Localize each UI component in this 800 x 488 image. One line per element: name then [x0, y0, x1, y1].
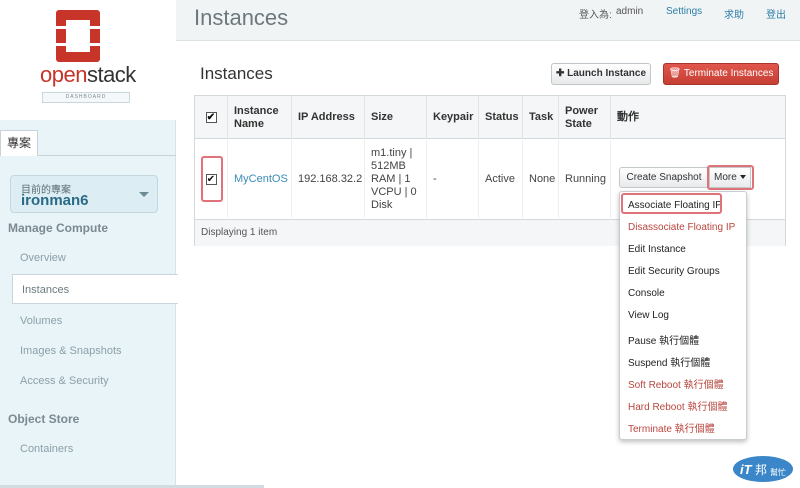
column-header[interactable]: Size [365, 96, 427, 139]
brand-sub: DASHBOARD [42, 92, 130, 103]
sidebar-item-overview[interactable]: Overview [20, 252, 66, 264]
username: admin [616, 6, 644, 17]
sidebar-item-access-security[interactable]: Access & Security [20, 375, 109, 387]
select-all-checkbox[interactable]: ✔ [205, 112, 217, 123]
sidebar: openstack DASHBOARD 專案 目前的專案 ironman6 Ma… [0, 0, 178, 488]
column-header[interactable]: IP Address [292, 96, 365, 139]
column-header[interactable]: Instance Name [228, 96, 292, 139]
terminate-instances-button[interactable]: 🗑 Terminate Instances [663, 63, 779, 85]
page-title: Instances [194, 5, 289, 30]
associate-highlight [621, 193, 722, 214]
menu-item-soft-reboot[interactable]: Soft Reboot 執行個體 [628, 376, 724, 391]
keypair-cell: - [427, 140, 479, 218]
project-name: ironman6 [21, 192, 89, 209]
content-title: Instances [200, 64, 273, 83]
menu-item-edit-security-groups[interactable]: Edit Security Groups [628, 266, 720, 277]
settings-link[interactable]: Settings [666, 6, 702, 17]
checkbox-highlight [201, 156, 223, 202]
sidebar-item-instances[interactable]: Instances [12, 274, 178, 304]
menu-item-disassociate-floating-ip[interactable]: Disassociate Floating IP [628, 222, 735, 233]
task-cell: None [523, 140, 559, 218]
size-cell: m1.tiny | 512MB RAM | 1 VCPU | 0 Disk [365, 140, 427, 218]
instance-name-link[interactable]: MyCentOS [228, 140, 292, 218]
openstack-logo-icon [56, 10, 100, 62]
column-header[interactable]: Task [523, 96, 559, 139]
top-header: Instances [176, 0, 800, 41]
menu-item-pause[interactable]: Pause 執行個體 [628, 332, 699, 347]
section-title-object-store: Object Store [8, 412, 80, 426]
tab-divider [38, 155, 176, 156]
more-actions-dropdown: Associate Floating IP Disassociate Float… [619, 191, 747, 440]
plus-icon: ✚ [555, 68, 568, 79]
section-title-manage-compute: Manage Compute [8, 221, 109, 235]
sidebar-item-label: Instances [22, 284, 70, 296]
svg-text:iT: iT [740, 462, 753, 477]
sidebar-item-containers[interactable]: Containers [20, 443, 73, 455]
column-header[interactable]: Power State [559, 96, 611, 139]
menu-item-view-log[interactable]: View Log [628, 310, 669, 321]
logged-in-label: 登入為: [579, 10, 612, 21]
more-button-highlight [707, 165, 754, 190]
help-link[interactable]: 求助 [724, 6, 744, 21]
logo-area: openstack DASHBOARD [0, 0, 176, 120]
menu-item-suspend[interactable]: Suspend 執行個體 [628, 354, 710, 369]
power-state-cell: Running [559, 140, 611, 218]
menu-item-console[interactable]: Console [628, 288, 665, 299]
brand-name: openstack [40, 62, 136, 87]
logout-link[interactable]: 登出 [766, 6, 786, 21]
launch-instance-button[interactable]: ✚ Launch Instance [551, 63, 651, 85]
select-all-cell: ✔ [195, 96, 228, 139]
sidebar-item-images-snapshots[interactable]: Images & Snapshots [20, 345, 122, 357]
chevron-down-icon [139, 192, 149, 197]
menu-item-hard-reboot[interactable]: Hard Reboot 執行個體 [628, 398, 727, 413]
ip-address-cell: 192.168.32.2 [292, 140, 365, 218]
column-header[interactable]: Status [479, 96, 523, 139]
project-selector[interactable]: 目前的專案 ironman6 [10, 175, 158, 213]
svg-text:邦: 邦 [755, 463, 767, 477]
sidebar-item-volumes[interactable]: Volumes [20, 315, 62, 327]
menu-item-edit-instance[interactable]: Edit Instance [628, 244, 686, 255]
menu-item-terminate[interactable]: Terminate 執行個體 [628, 420, 715, 435]
status-cell: Active [479, 140, 523, 218]
trash-icon: 🗑 [668, 68, 684, 79]
ithome-watermark-icon: iT 邦 幫忙 [733, 456, 793, 482]
tab-project[interactable]: 專案 [0, 130, 38, 156]
create-snapshot-button[interactable]: Create Snapshot [619, 167, 709, 188]
column-header[interactable]: Keypair [427, 96, 479, 139]
column-header: 動作 [617, 111, 639, 123]
svg-text:幫忙: 幫忙 [770, 467, 786, 477]
